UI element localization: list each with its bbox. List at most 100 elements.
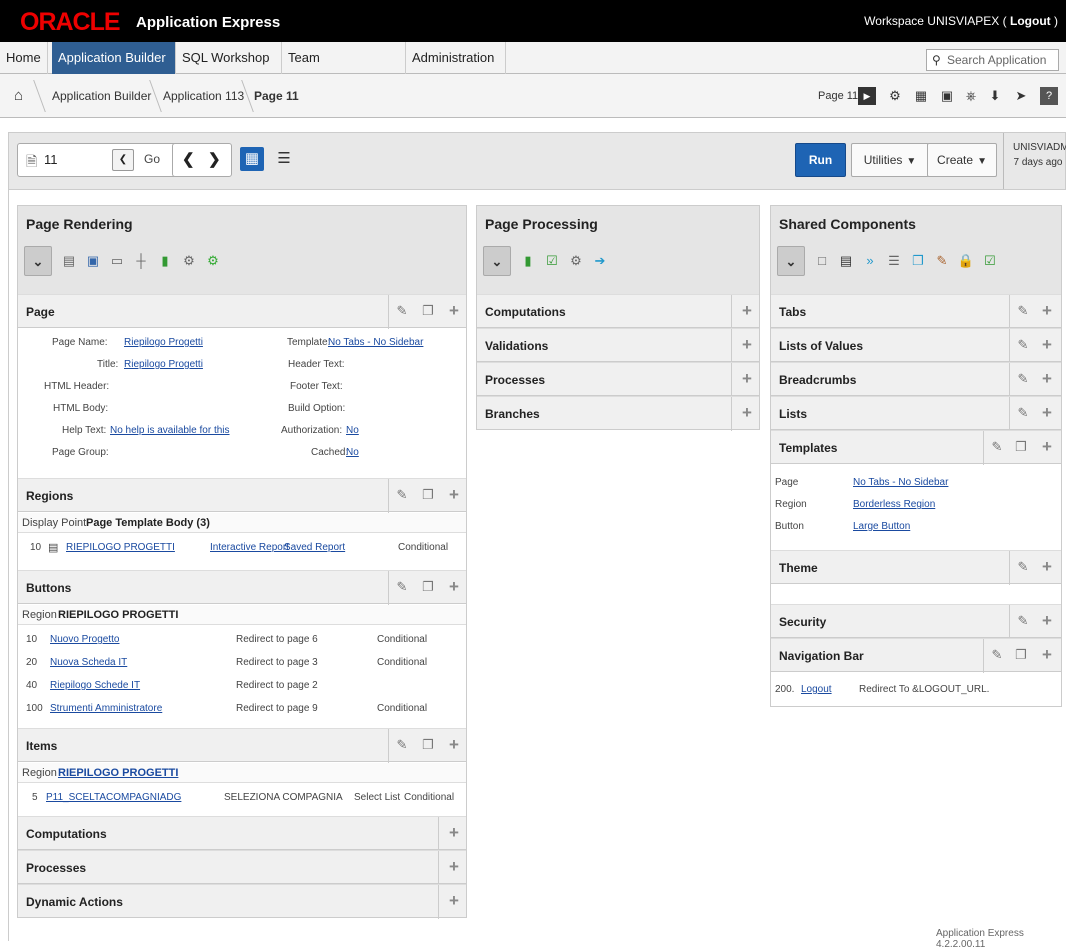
add-icon[interactable]: + bbox=[446, 858, 462, 875]
lock-icon[interactable]: 🔒 bbox=[955, 246, 977, 276]
edit-icon[interactable]: ✎ bbox=[1015, 337, 1031, 353]
chevron-down-icon[interactable]: ⌄ bbox=[777, 246, 805, 276]
dynamic-actions-section-header[interactable]: Dynamic Actions + bbox=[18, 884, 466, 919]
add-icon[interactable]: + bbox=[1039, 404, 1055, 421]
page-section-header[interactable]: Page ✎ ❐ + bbox=[18, 294, 466, 329]
edit-icon[interactable]: ✎ bbox=[1015, 559, 1031, 575]
process-icon[interactable]: ⚙ bbox=[178, 246, 200, 276]
nav-app-builder[interactable]: Application Builder❯ bbox=[52, 42, 176, 97]
validations-row[interactable]: Validations + bbox=[477, 328, 759, 363]
run-icon[interactable]: ▶ bbox=[858, 87, 876, 105]
prev-icon[interactable]: ❮ bbox=[182, 150, 195, 168]
add-icon[interactable]: + bbox=[1039, 438, 1055, 455]
breadcrumbs-row[interactable]: Breadcrumbs ✎ + bbox=[771, 362, 1061, 397]
breadcrumb-icon[interactable]: » bbox=[859, 246, 881, 276]
page-number-input[interactable]: 11 bbox=[44, 152, 58, 167]
go-button[interactable]: Go bbox=[144, 152, 160, 166]
branch-icon[interactable]: ➔ bbox=[589, 246, 611, 276]
page-icon[interactable]: ▤ bbox=[58, 246, 80, 276]
download-icon[interactable]: ⬇ bbox=[986, 87, 1004, 105]
add-icon[interactable]: + bbox=[446, 824, 462, 841]
button-name-link[interactable]: Nuova Scheda IT bbox=[50, 657, 127, 668]
next-icon[interactable]: ❯ bbox=[208, 150, 221, 168]
nav-team-dev[interactable]: Team Development❯ bbox=[282, 42, 406, 97]
item-icon[interactable]: ┼ bbox=[130, 246, 152, 276]
add-icon[interactable]: + bbox=[1039, 336, 1055, 353]
edit-icon[interactable]: ✎ bbox=[394, 303, 410, 319]
tpl-button-link[interactable]: Large Button bbox=[853, 521, 910, 532]
nav-entry-link[interactable]: Logout bbox=[801, 684, 832, 695]
template-icon[interactable]: ❐ bbox=[907, 246, 929, 276]
add-icon[interactable]: + bbox=[739, 370, 755, 387]
tpl-region-link[interactable]: Borderless Region bbox=[853, 499, 935, 510]
add-icon[interactable]: + bbox=[739, 336, 755, 353]
run-button[interactable]: Run bbox=[795, 143, 846, 177]
comment-icon[interactable]: ▣ bbox=[938, 87, 956, 105]
process-icon[interactable]: ⚙ bbox=[565, 246, 587, 276]
copy-icon[interactable]: ❐ bbox=[1013, 439, 1029, 455]
create-button[interactable]: Create ▼ bbox=[927, 143, 997, 177]
computations-row[interactable]: Computations + bbox=[477, 294, 759, 329]
edit-icon[interactable]: ✎ bbox=[1015, 371, 1031, 387]
item-name-link[interactable]: P11_SCELTACOMPAGNIADG bbox=[46, 792, 181, 803]
tabs-row[interactable]: Tabs ✎ + bbox=[771, 294, 1061, 329]
nav-bar-icon[interactable]: ☑ bbox=[979, 246, 1001, 276]
tpl-page-link[interactable]: No Tabs - No Sidebar bbox=[853, 477, 948, 488]
button-name-link[interactable]: Nuovo Progetto bbox=[50, 634, 120, 645]
add-icon[interactable]: + bbox=[739, 302, 755, 319]
theme-row[interactable]: Theme ✎ + bbox=[771, 550, 1061, 585]
chevron-up-icon[interactable]: ❮ bbox=[112, 149, 134, 171]
regions-section-header[interactable]: Regions ✎ ❐ + bbox=[18, 478, 466, 513]
prop-auth-value[interactable]: No bbox=[346, 425, 359, 436]
edit-icon[interactable]: ✎ bbox=[394, 737, 410, 753]
copy-icon[interactable]: ❐ bbox=[420, 737, 436, 753]
edit-icon[interactable]: ✎ bbox=[989, 439, 1005, 455]
computation-icon[interactable]: ▮ bbox=[154, 246, 176, 276]
branches-row[interactable]: Branches + bbox=[477, 396, 759, 431]
add-icon[interactable]: + bbox=[739, 404, 755, 421]
search-input[interactable]: ⚲ Search Application bbox=[926, 49, 1059, 71]
arrow-icon[interactable]: ➤ bbox=[1012, 87, 1030, 105]
gear-icon[interactable]: ⚙ bbox=[886, 87, 904, 105]
unlock-icon[interactable]: ⎈ bbox=[962, 87, 980, 105]
button-icon[interactable]: ▭ bbox=[106, 246, 128, 276]
processes-section-header[interactable]: Processes + bbox=[18, 850, 466, 885]
grid-icon[interactable]: ▦ bbox=[912, 87, 930, 105]
nav-home[interactable]: Home bbox=[0, 42, 48, 74]
edit-icon[interactable]: ✎ bbox=[1015, 613, 1031, 629]
add-icon[interactable]: + bbox=[1039, 302, 1055, 319]
button-name-link[interactable]: Strumenti Amministratore bbox=[50, 703, 162, 714]
templates-row[interactable]: Templates ✎ ❐ + bbox=[771, 430, 1061, 465]
add-icon[interactable]: + bbox=[446, 578, 462, 595]
edit-icon[interactable]: ✎ bbox=[989, 647, 1005, 663]
region-name-link[interactable]: RIEPILOGO PROGETTI bbox=[66, 542, 175, 553]
add-icon[interactable]: + bbox=[1039, 558, 1055, 575]
edit-icon[interactable]: ✎ bbox=[1015, 405, 1031, 421]
help-icon[interactable]: ? bbox=[1040, 87, 1058, 105]
add-icon[interactable]: + bbox=[1039, 612, 1055, 629]
copy-icon[interactable]: ❐ bbox=[420, 579, 436, 595]
items-region-link[interactable]: RIEPILOGO PROGETTI bbox=[58, 767, 178, 779]
add-icon[interactable]: + bbox=[446, 892, 462, 909]
validation-icon[interactable]: ☑ bbox=[541, 246, 563, 276]
add-icon[interactable]: + bbox=[1039, 370, 1055, 387]
computation-icon[interactable]: ▮ bbox=[517, 246, 539, 276]
lov-icon[interactable]: ▤ bbox=[835, 246, 857, 276]
nav-bar-row[interactable]: Navigation Bar ✎ ❐ + bbox=[771, 638, 1061, 673]
region-icon[interactable]: ▣ bbox=[82, 246, 104, 276]
tab-icon[interactable]: □ bbox=[811, 246, 833, 276]
logout-link[interactable]: Logout bbox=[1010, 14, 1051, 28]
prop-help-value[interactable]: No help is available for this bbox=[110, 425, 230, 436]
copy-icon[interactable]: ❐ bbox=[1013, 647, 1029, 663]
region-type-link[interactable]: Interactive Report bbox=[210, 542, 289, 553]
chevron-down-icon[interactable]: ⌄ bbox=[483, 246, 511, 276]
add-icon[interactable]: + bbox=[1039, 646, 1055, 663]
region-saved-report-link[interactable]: Saved Report bbox=[284, 542, 345, 553]
theme-icon[interactable]: ✎ bbox=[931, 246, 953, 276]
prop-page-name-value[interactable]: Riepilogo Progetti bbox=[124, 337, 203, 348]
items-section-header[interactable]: Items ✎ ❐ + bbox=[18, 728, 466, 763]
prop-template-value[interactable]: No Tabs - No Sidebar bbox=[328, 337, 423, 348]
prop-title-value[interactable]: Riepilogo Progetti bbox=[124, 359, 203, 370]
edit-icon[interactable]: ✎ bbox=[394, 579, 410, 595]
prop-cached-value[interactable]: No bbox=[346, 447, 359, 458]
